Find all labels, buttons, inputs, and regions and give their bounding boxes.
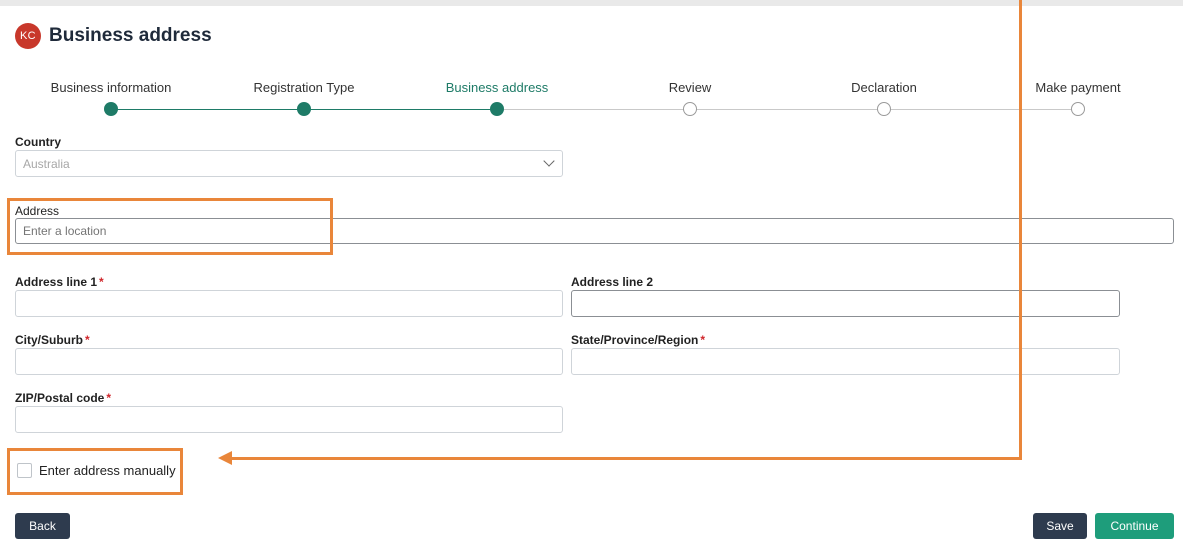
city-label: City/Suburb * <box>15 333 90 347</box>
chevron-down-icon <box>543 155 555 167</box>
city-input[interactable] <box>15 348 563 375</box>
step-make-payment: Make payment <box>1035 80 1120 95</box>
annotation-arrow-vertical <box>1019 0 1022 460</box>
required-mark: * <box>99 275 104 289</box>
continue-button[interactable]: Continue <box>1095 513 1174 539</box>
address-line2-label: Address line 2 <box>571 275 654 289</box>
zip-label-text: ZIP/Postal code <box>15 391 105 405</box>
address-line2-input[interactable] <box>571 290 1120 317</box>
step-label: Business address <box>445 80 549 95</box>
step-dot-pending <box>877 102 891 116</box>
country-label: Country <box>15 135 61 149</box>
page-header: KC Business address <box>15 23 212 49</box>
step-business-information: Business information <box>51 80 172 95</box>
manual-checkbox-highlight-box <box>7 448 183 495</box>
back-button[interactable]: Back <box>15 513 70 539</box>
step-label: Registration Type <box>253 80 355 95</box>
step-label: Review <box>668 80 712 95</box>
stepper-line-pending <box>497 109 1078 110</box>
annotation-arrowhead-icon <box>218 451 232 465</box>
state-label-text: State/Province/Region <box>571 333 699 347</box>
city-label-text: City/Suburb <box>15 333 83 347</box>
country-value: Australia <box>23 156 70 171</box>
required-mark: * <box>85 333 90 347</box>
step-dot-complete <box>297 102 311 116</box>
state-label: State/Province/Region * <box>571 333 705 347</box>
step-dot-complete <box>104 102 118 116</box>
step-review: Review <box>669 80 712 95</box>
page-title: Business address <box>49 25 212 46</box>
address-line1-input[interactable] <box>15 290 563 317</box>
address-highlight-box <box>7 198 333 255</box>
state-input[interactable] <box>571 348 1120 375</box>
required-mark: * <box>700 333 706 347</box>
step-label: Business information <box>50 80 172 95</box>
step-dot-current <box>490 102 504 116</box>
step-dot-pending <box>1071 102 1085 116</box>
step-registration-type: Registration Type <box>254 80 355 95</box>
step-declaration: Declaration <box>851 80 917 95</box>
country-select[interactable]: Australia <box>15 150 563 177</box>
save-button[interactable]: Save <box>1033 513 1087 539</box>
address-line1-label-text: Address line 1 <box>15 275 98 289</box>
zip-input[interactable] <box>15 406 563 433</box>
address-line1-label: Address line 1 * <box>15 275 104 289</box>
step-label: Make payment <box>1035 80 1121 95</box>
step-dot-pending <box>683 102 697 116</box>
step-business-address: Business address <box>446 80 549 95</box>
step-label: Declaration <box>851 80 917 95</box>
annotation-arrow-horizontal <box>232 457 1022 460</box>
user-avatar[interactable]: KC <box>15 23 41 49</box>
required-mark: * <box>106 391 112 405</box>
zip-label: ZIP/Postal code * <box>15 391 111 405</box>
